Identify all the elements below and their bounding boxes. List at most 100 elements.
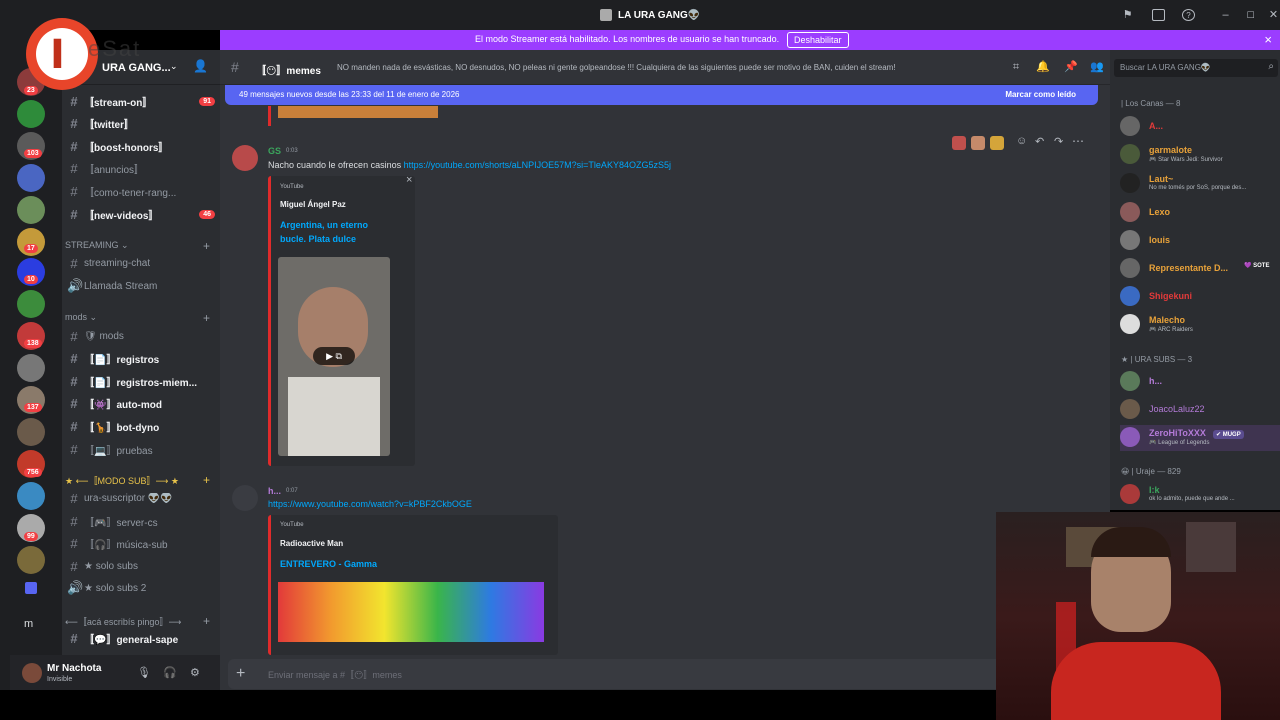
channel-general-sape[interactable]: ▶#〚💬〛general-sape bbox=[65, 628, 215, 648]
channel-registros[interactable]: ▶#〚📄〛registros bbox=[65, 348, 215, 368]
add-channel-icon[interactable]: + bbox=[203, 239, 210, 253]
category-mods[interactable]: mods ⌄ + bbox=[65, 311, 210, 325]
hash-icon: # bbox=[70, 115, 78, 131]
embed-provider[interactable]: YouTube bbox=[280, 522, 304, 528]
add-attachment-icon[interactable]: + bbox=[236, 665, 245, 683]
member-item[interactable]: Representante D... 💜 SOTE bbox=[1120, 256, 1280, 282]
message-link[interactable]: https://youtube.com/shorts/aLNPIJOE57M?s… bbox=[404, 160, 671, 170]
threads-icon[interactable]: ⌗ bbox=[1010, 61, 1022, 73]
channel-musica-sub[interactable]: # 〚🎧〛música-sub bbox=[65, 533, 215, 553]
member-item[interactable]: Lexo bbox=[1120, 200, 1280, 226]
video-thumbnail[interactable] bbox=[278, 582, 544, 642]
category-streaming[interactable]: STREAMING ⌄ + bbox=[65, 239, 210, 253]
maximize-icon[interactable]: ☐ bbox=[1244, 9, 1257, 21]
channel-new-videos[interactable]: ▶#〚new-videos〛46 bbox=[65, 204, 215, 224]
server-icon-12[interactable] bbox=[17, 418, 45, 446]
settings-gear-icon[interactable]: ⚙ bbox=[190, 667, 202, 679]
avatar[interactable] bbox=[22, 663, 42, 683]
member-item[interactable]: Shigekuni bbox=[1120, 284, 1280, 310]
bell-icon[interactable]: 🔔 bbox=[1036, 61, 1050, 73]
server-letter-icon[interactable]: m bbox=[24, 618, 33, 630]
channel-mods[interactable]: # 🛡 mods bbox=[65, 326, 215, 346]
server-icon-8[interactable] bbox=[17, 290, 45, 318]
channel-streaming-chat[interactable]: # streaming-chat bbox=[65, 253, 215, 273]
channel-bot-dyno[interactable]: ▶#〚🦒〛bot-dyno bbox=[65, 416, 215, 436]
server-icon-5[interactable] bbox=[17, 196, 45, 224]
add-channel-icon[interactable]: + bbox=[203, 311, 210, 325]
new-messages-bar[interactable]: 49 mensajes nuevos desde las 23:33 del 1… bbox=[225, 85, 1098, 105]
channel-auto-mod[interactable]: ▶#〚👾〛auto-mod bbox=[65, 393, 215, 413]
category-modo-sub[interactable]: ★ ⟵〚MODO SUB〛⟶ ★ + bbox=[65, 473, 210, 487]
forward-icon[interactable]: ↷ bbox=[1054, 135, 1063, 148]
reaction-icon[interactable] bbox=[971, 136, 985, 150]
member-item[interactable]: louis bbox=[1120, 228, 1280, 254]
server-icon-2[interactable] bbox=[17, 100, 45, 128]
folder-icon[interactable] bbox=[25, 582, 37, 594]
server-icon-4[interactable] bbox=[17, 164, 45, 192]
category-aca-escribis[interactable]: ⟵〚acá escribís pingo〛⟶ + bbox=[65, 614, 210, 628]
server-icon-10[interactable] bbox=[17, 354, 45, 382]
message-author[interactable]: h... bbox=[268, 486, 281, 496]
embed-provider[interactable]: YouTube bbox=[280, 184, 304, 190]
hash-icon: # bbox=[231, 59, 239, 75]
channel-boost-honors[interactable]: ▶#〚boost-honors〛 bbox=[65, 136, 215, 156]
channel-llamada-stream[interactable]: 🔊 Llamada Stream bbox=[65, 276, 215, 296]
embed-author[interactable]: Radioactive Man bbox=[280, 539, 343, 548]
channel-anuncios[interactable]: # 〚anuncios〛 bbox=[65, 158, 215, 178]
add-channel-icon[interactable]: + bbox=[203, 473, 210, 487]
members-icon[interactable]: 👥 bbox=[1090, 61, 1104, 73]
member-item[interactable]: A... bbox=[1120, 114, 1280, 140]
member-item[interactable]: ZeroHiToXXX 🎮 League of Legends ✔ MUGP bbox=[1120, 425, 1280, 451]
close-embed-icon[interactable]: × bbox=[406, 174, 412, 186]
message-input-box[interactable]: + Enviar mensaje a #〚😶〛memes bbox=[228, 659, 1090, 689]
banner-close-icon[interactable]: × bbox=[1264, 32, 1272, 47]
avatar[interactable] bbox=[232, 485, 258, 511]
add-member-icon[interactable]: 👤 bbox=[193, 59, 208, 73]
channel-topic[interactable]: NO manden nada de esvásticas, NO desnudo… bbox=[337, 63, 896, 72]
member-item[interactable]: Malecho 🎮 ARC Raiders bbox=[1120, 312, 1280, 338]
reaction-icon[interactable] bbox=[990, 136, 1004, 150]
channel-stream-on[interactable]: ▶#〚stream-on〛91 bbox=[65, 91, 215, 111]
headphones-icon[interactable]: 🎧 bbox=[163, 667, 177, 679]
channel-server-cs[interactable]: # 〚🎮〛server-cs bbox=[65, 511, 215, 531]
server-icon-14[interactable] bbox=[17, 482, 45, 510]
avatar[interactable] bbox=[232, 145, 258, 171]
message-link[interactable]: https://www.youtube.com/watch?v=kPBF2Ckb… bbox=[268, 499, 472, 509]
add-channel-icon[interactable]: + bbox=[203, 614, 210, 628]
flag-icon[interactable]: ⚑ bbox=[1121, 9, 1134, 21]
channel-solo-subs[interactable]: # ★ solo subs bbox=[65, 556, 215, 576]
add-reaction-icon[interactable]: ☺ bbox=[1016, 135, 1027, 147]
video-thumbnail[interactable]: ▶ ⧉ bbox=[278, 257, 390, 456]
channel-ura-suscriptor[interactable]: # ura-suscriptor 👽👽 bbox=[65, 488, 215, 508]
reply-icon[interactable]: ↶ bbox=[1035, 135, 1044, 148]
help-icon[interactable]: ? bbox=[1182, 9, 1195, 21]
member-item[interactable]: garmalote 🎮 Star Wars Jedi: Survivor bbox=[1120, 142, 1280, 168]
embed-title[interactable]: ENTREVERO - Gamma bbox=[280, 557, 377, 571]
search-input[interactable]: Buscar LA URA GANG👽 ⌕ bbox=[1114, 59, 1278, 77]
reaction-icon[interactable] bbox=[952, 136, 966, 150]
member-item[interactable]: I:k ok lo admito, puede que ande ... bbox=[1120, 482, 1280, 508]
channel-como-tener-rango[interactable]: # 〚como-tener-rang... bbox=[65, 181, 215, 201]
microphone-icon[interactable]: 🎙 bbox=[137, 667, 151, 679]
message-input-placeholder[interactable]: Enviar mensaje a #〚😶〛memes bbox=[268, 668, 402, 681]
close-window-icon[interactable]: ✕ bbox=[1267, 9, 1280, 21]
embed-title[interactable]: Argentina, un eterno bucle. Plata dulce bbox=[280, 218, 390, 246]
message-author[interactable]: GS bbox=[268, 146, 281, 156]
embed-author[interactable]: Miguel Ángel Paz bbox=[280, 200, 346, 209]
channel-solo-subs-2[interactable]: 🔊 ★ solo subs 2 bbox=[65, 578, 215, 598]
pin-icon[interactable]: 📌 bbox=[1064, 61, 1078, 73]
username[interactable]: Mr Nachota bbox=[47, 663, 101, 674]
channel-registros-miembros[interactable]: ▶#〚📄〛registros-miem... bbox=[65, 371, 215, 391]
play-button-icon[interactable]: ▶ ⧉ bbox=[313, 347, 355, 365]
server-icon-16[interactable] bbox=[17, 546, 45, 574]
channel-twitter[interactable]: ▶#〚twitter〛 bbox=[65, 113, 215, 133]
inbox-icon[interactable] bbox=[1152, 9, 1165, 21]
channel-pruebas[interactable]: # 〚💻〛pruebas bbox=[65, 439, 215, 459]
more-options-icon[interactable]: ⋯ bbox=[1072, 134, 1084, 148]
member-item[interactable]: Laut~ No me tomés por SoS, porque des... bbox=[1120, 171, 1280, 197]
mark-as-read-button[interactable]: Marcar como leído bbox=[1005, 90, 1076, 99]
member-item[interactable]: h... bbox=[1120, 369, 1280, 395]
disable-streamer-button[interactable]: Deshabilitar bbox=[787, 32, 849, 48]
member-item[interactable]: JoacoLaluz22 bbox=[1120, 397, 1280, 423]
minimize-icon[interactable]: – bbox=[1219, 9, 1232, 21]
